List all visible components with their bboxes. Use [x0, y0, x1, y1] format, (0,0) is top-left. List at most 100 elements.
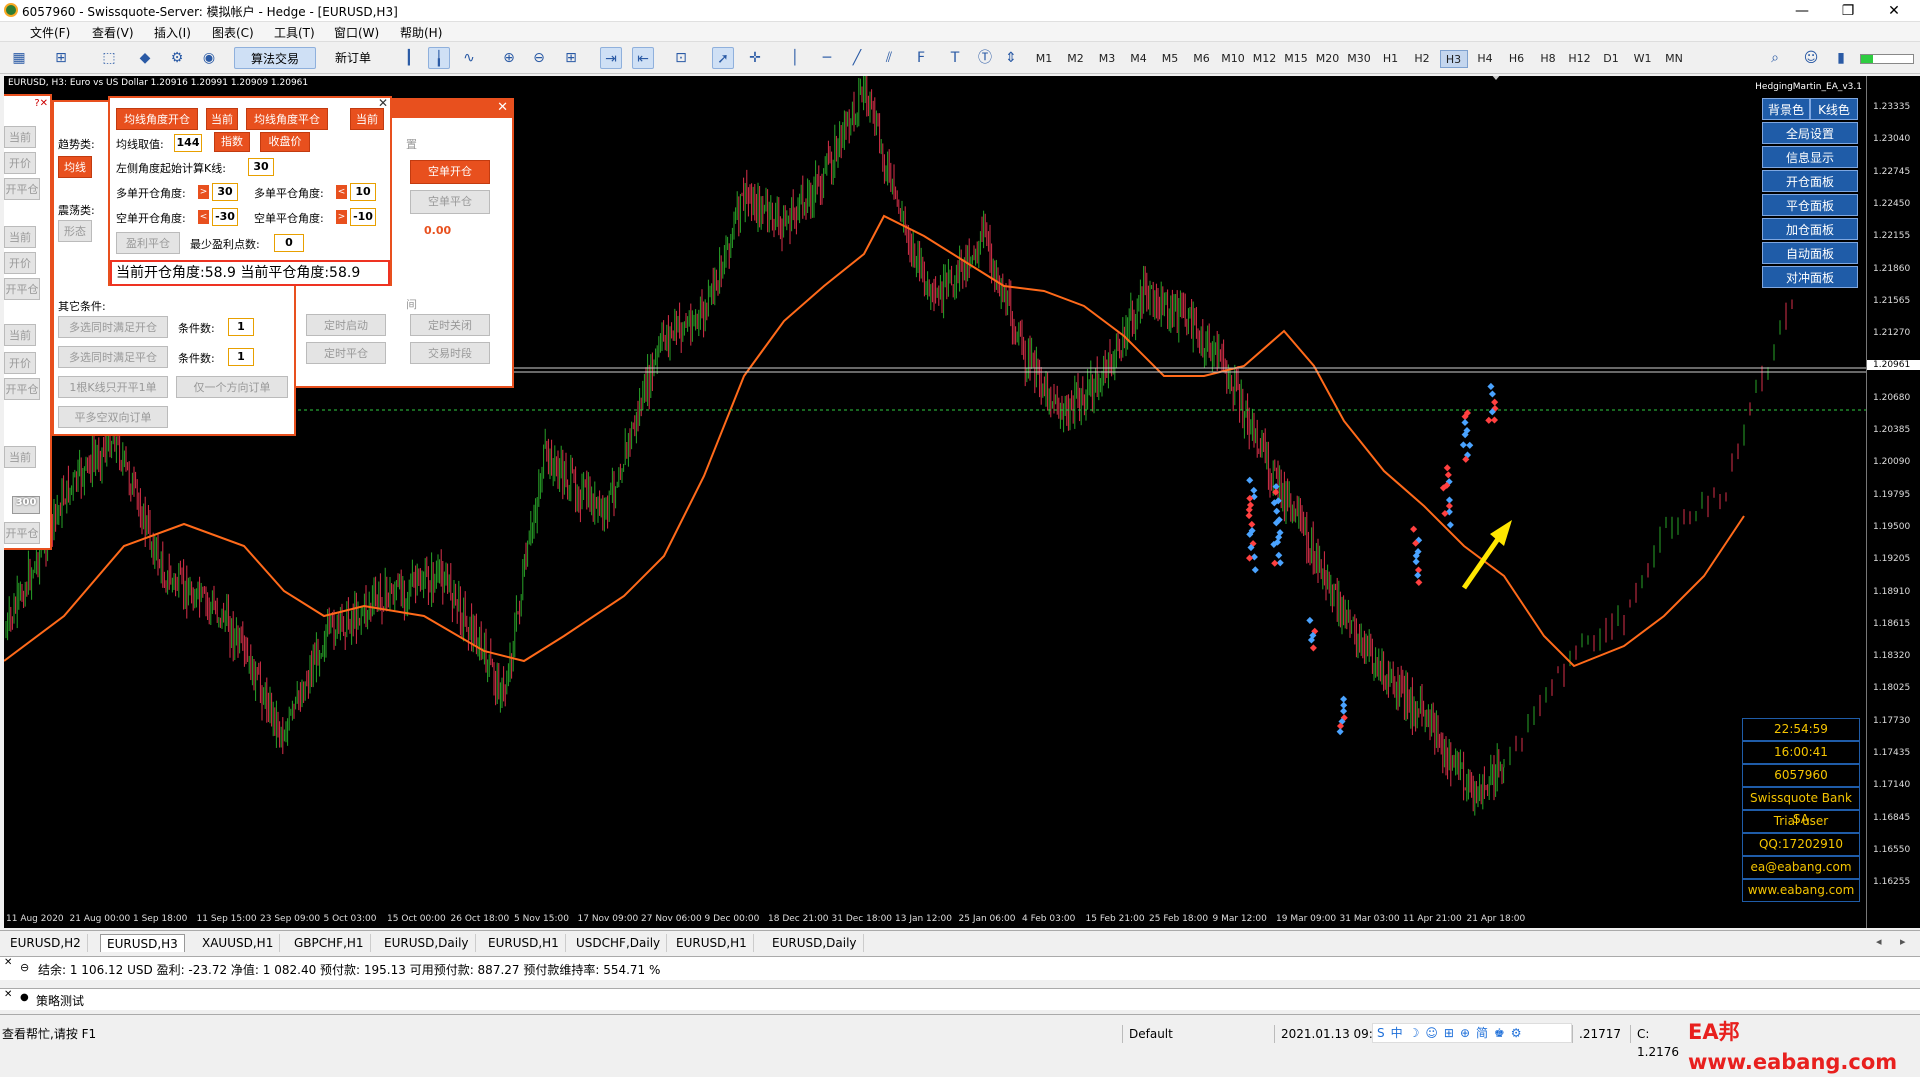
text-icon[interactable]: T — [944, 47, 966, 69]
one-direction-button[interactable]: 仅一个方向订单 — [176, 376, 288, 398]
ma-exp-button[interactable]: 指数 — [214, 132, 250, 152]
menu-insert[interactable]: 插入(I) — [150, 24, 195, 41]
profit-close-button[interactable]: 盈利平仓 — [116, 232, 180, 254]
global-settings-button[interactable]: 全局设置 — [1762, 122, 1858, 144]
arrows-icon[interactable]: ⇕ — [1000, 47, 1022, 69]
timeframe-h4[interactable]: H4 — [1471, 50, 1499, 68]
auto-panel-button[interactable]: 自动面板 — [1762, 242, 1858, 264]
tab-scroll-right-icon[interactable]: ▸ — [1900, 935, 1906, 948]
menu-chart[interactable]: 图表(C) — [208, 24, 258, 41]
terminal-icon[interactable]: ⚙ — [166, 47, 188, 69]
new-chart-icon[interactable]: ▦ — [8, 47, 30, 69]
timeframe-h8[interactable]: H8 — [1534, 50, 1562, 68]
tab-scroll-left-icon[interactable]: ◂ — [1876, 935, 1882, 948]
timeframe-m2[interactable]: M2 — [1062, 50, 1090, 68]
crosshair-icon[interactable]: ✛ — [744, 47, 766, 69]
zoom-in-icon[interactable]: ⊕ — [498, 47, 520, 69]
trendline-icon[interactable]: ╱ — [846, 47, 868, 69]
short-open-button[interactable]: 空单开仓 — [410, 160, 490, 184]
chart-tab[interactable]: EURUSD,H2 — [4, 934, 88, 952]
ma-button[interactable]: 均线 — [58, 156, 92, 178]
left-angle-input[interactable]: 30 — [248, 158, 274, 176]
signal-strength-icon[interactable]: ▮ — [1830, 47, 1852, 69]
chart-tab[interactable]: EURUSD,H3 — [100, 934, 185, 952]
timer-flat-button[interactable]: 定时平仓 — [306, 342, 386, 364]
close-button[interactable]: ✕ — [1872, 0, 1916, 22]
timeframe-m20[interactable]: M20 — [1314, 50, 1342, 68]
short-close-inc-icon[interactable]: > — [336, 210, 347, 224]
bg-color-button[interactable]: 背景色 — [1762, 98, 1810, 120]
timer-start-button[interactable]: 定时启动 — [306, 314, 386, 336]
left-btn-open-close-1[interactable]: 开平仓 — [4, 178, 40, 200]
short-close-button[interactable]: 空单平仓 — [410, 190, 490, 214]
ma-angle-close-button[interactable]: 均线角度平仓 — [246, 108, 328, 130]
timeframe-m30[interactable]: M30 — [1345, 50, 1373, 68]
ime-toolbar[interactable]: S中☽☺⊞⊕简♚⚙ — [1372, 1023, 1572, 1043]
price-chart[interactable]: EURUSD, H3: Euro vs US Dollar 1.20916 1.… — [4, 76, 1866, 928]
zoom-out-icon[interactable]: ⊖ — [528, 47, 550, 69]
left-btn-current-4[interactable]: 当前 — [4, 446, 36, 468]
timeframe-m6[interactable]: M6 — [1188, 50, 1216, 68]
timeframe-h3[interactable]: H3 — [1439, 50, 1468, 68]
ma-angle-open-current-button[interactable]: 当前 — [206, 108, 238, 130]
ma-period-input[interactable]: 144 — [174, 134, 202, 152]
menu-file[interactable]: 文件(F) — [26, 24, 74, 41]
tile-windows-icon[interactable]: ⊞ — [560, 47, 582, 69]
order-panel-close-icon[interactable]: ✕ — [497, 100, 508, 115]
algo-trading-button[interactable]: 算法交易 — [234, 47, 316, 69]
timeframe-d1[interactable]: D1 — [1597, 50, 1625, 68]
left-btn-current-3[interactable]: 当前 — [4, 324, 36, 346]
timeframe-m5[interactable]: M5 — [1156, 50, 1184, 68]
profiles-icon[interactable]: ⊞ — [50, 47, 72, 69]
equidistant-channel-icon[interactable]: ⫽ — [878, 47, 900, 69]
vertical-line-icon[interactable]: │ — [784, 47, 806, 69]
menu-help[interactable]: 帮助(H) — [396, 24, 446, 41]
timeframe-h12[interactable]: H12 — [1566, 50, 1594, 68]
open-panel-button[interactable]: 开仓面板 — [1762, 170, 1858, 192]
chart-shift-icon[interactable]: ⇤ — [632, 47, 654, 69]
cursor-icon[interactable]: ➚ — [712, 47, 734, 69]
minimize-button[interactable]: — — [1780, 0, 1824, 22]
left-btn-open-price-1[interactable]: 开价 — [4, 152, 36, 174]
chart-tab[interactable]: EURUSD,H1 — [670, 934, 754, 952]
chart-tab[interactable]: GBPCHF,H1 — [288, 934, 371, 952]
shape-button[interactable]: 形态 — [58, 220, 92, 242]
menu-view[interactable]: 查看(V) — [88, 24, 138, 41]
timeframe-m4[interactable]: M4 — [1125, 50, 1153, 68]
flat-both-button[interactable]: 平多空双向订单 — [58, 406, 168, 428]
fibonacci-icon[interactable]: F — [910, 47, 932, 69]
menu-window[interactable]: 窗口(W) — [330, 24, 383, 41]
one-kline-button[interactable]: 1根K线只开平1单 — [58, 376, 168, 398]
cond-count-input-2[interactable]: 1 — [228, 348, 254, 366]
hedge-panel-button[interactable]: 对冲面板 — [1762, 266, 1858, 288]
terminal-close-icon[interactable]: ✕ — [4, 957, 12, 968]
timeframe-mn[interactable]: MN — [1660, 50, 1688, 68]
timer-close-button[interactable]: 定时关闭 — [410, 314, 490, 336]
autoscroll-icon[interactable]: ⇥ — [600, 47, 622, 69]
candlestick-icon[interactable]: ╽ — [428, 47, 450, 69]
min-profit-input[interactable]: 0 — [274, 234, 304, 252]
data-window-icon[interactable]: ◆ — [134, 47, 156, 69]
multi-open-button[interactable]: 多选同时满足开仓 — [58, 316, 168, 338]
long-close-dec-icon[interactable]: < — [336, 185, 347, 199]
chart-tab[interactable]: EURUSD,H1 — [482, 934, 566, 952]
search-icon[interactable]: ⌕ — [1764, 47, 1786, 69]
timeframe-m10[interactable]: M10 — [1219, 50, 1247, 68]
add-panel-button[interactable]: 加仓面板 — [1762, 218, 1858, 240]
left-btn-open-price-3[interactable]: 开价 — [4, 352, 36, 374]
long-open-dec-icon[interactable]: > — [198, 185, 209, 199]
left-btn-current-2[interactable]: 当前 — [4, 226, 36, 248]
ma-angle-close-current-button[interactable]: 当前 — [350, 108, 384, 130]
label-icon[interactable]: Ⓣ — [974, 47, 996, 69]
chart-tab[interactable]: USDCHF,Daily — [570, 934, 668, 952]
collapse-icon[interactable]: ⊖ — [20, 961, 29, 974]
close-price-button[interactable]: 收盘价 — [260, 132, 310, 152]
timeframe-h1[interactable]: H1 — [1377, 50, 1405, 68]
timeframe-w1[interactable]: W1 — [1629, 50, 1657, 68]
tester-close-icon[interactable]: ✕ — [4, 989, 12, 1000]
timeframe-h2[interactable]: H2 — [1408, 50, 1436, 68]
chart-tab[interactable]: XAUUSD,H1 — [196, 934, 281, 952]
short-open-input[interactable]: -30 — [212, 208, 238, 226]
timeframe-h6[interactable]: H6 — [1503, 50, 1531, 68]
chart-tab[interactable]: EURUSD,Daily — [378, 934, 476, 952]
